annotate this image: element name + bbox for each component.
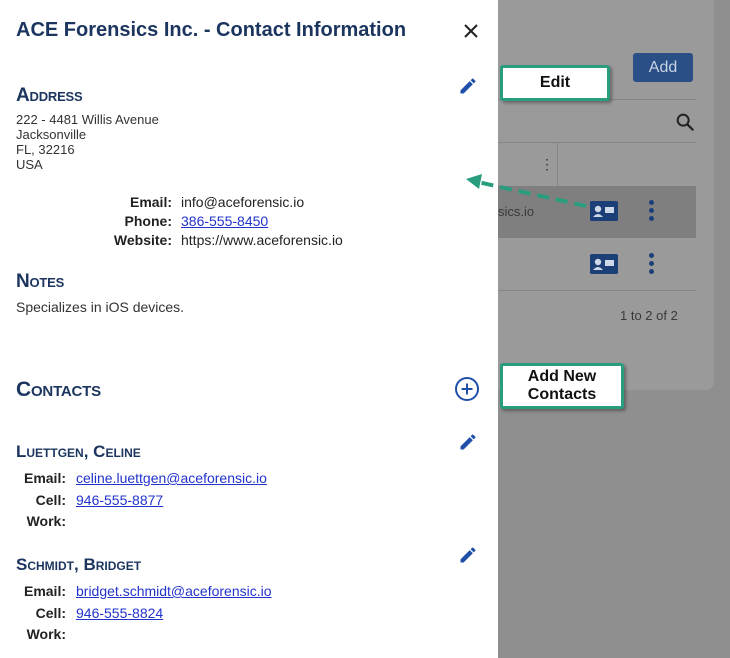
contact-card-icon — [590, 254, 618, 274]
pagination-summary: 1 to 2 of 2 — [620, 308, 678, 323]
edit-callout-label: Edit — [539, 74, 571, 91]
contact-details: Email: celine.luettgen@aceforensic.io Ce… — [16, 468, 267, 533]
kebab-icon — [649, 253, 655, 277]
work-label: Work: — [26, 626, 66, 642]
email-label: Email: — [129, 194, 172, 210]
notes-heading: Notes — [16, 271, 65, 292]
callout-line: Contacts — [527, 386, 597, 403]
notes-text: Specializes in iOS devices. — [16, 299, 185, 315]
callout-line: Add New — [527, 368, 597, 385]
background-add-button: Add — [633, 53, 693, 82]
edit-callout: Edit — [500, 65, 610, 101]
annotation-arrow — [466, 174, 587, 208]
address-line: 222 - 4481 Willis Avenue — [16, 112, 159, 127]
add-circle-icon[interactable] — [454, 376, 480, 402]
contact-email-link[interactable]: bridget.schmidt@aceforensic.io — [76, 581, 272, 603]
drawer-title: ACE Forensics Inc. - Contact Information — [16, 19, 407, 41]
contact-cell-link[interactable]: 946-555-8877 — [76, 490, 163, 512]
contacts-heading: Contacts — [16, 378, 101, 401]
contact-card-icon — [590, 201, 618, 221]
kebab-icon — [649, 200, 655, 224]
contact-email-link[interactable]: celine.luettgen@aceforensic.io — [76, 468, 267, 490]
contact-cell-link[interactable]: 946-555-8824 — [76, 603, 163, 625]
search-icon — [676, 113, 695, 132]
contact-details: Email: bridget.schmidt@aceforensic.io Ce… — [16, 581, 272, 646]
address-heading: Address — [16, 85, 83, 106]
contact-info-drawer: ACE Forensics Inc. - Contact Information… — [0, 0, 498, 658]
company-website: https://www.aceforensic.io — [181, 232, 343, 248]
add-new-contacts-callout: Add New Contacts — [500, 363, 624, 409]
cell-label: Cell: — [35, 491, 66, 508]
edit-icon[interactable] — [458, 545, 478, 565]
company-email: info@aceforensic.io — [181, 194, 305, 210]
address-line: FL, 32216 — [16, 142, 75, 157]
contact-name: Schmidt, Bridget — [16, 555, 142, 574]
address-block: 222 - 4481 Willis Avenue Jacksonville FL… — [16, 112, 159, 172]
company-phone-link[interactable]: 386-555-8450 — [181, 212, 268, 231]
background-toolbar — [498, 99, 696, 143]
email-label: Email: — [23, 583, 66, 599]
close-icon[interactable] — [461, 21, 481, 41]
email-label: Email: — [23, 470, 66, 486]
contact-name: Luettgen, Celine — [16, 442, 141, 461]
company-info: Email: info@aceforensic.io Phone: 386-55… — [100, 193, 343, 250]
phone-label: Phone: — [124, 213, 172, 229]
address-line: Jacksonville — [16, 127, 87, 142]
website-label: Website: — [113, 232, 172, 248]
edit-icon[interactable] — [458, 432, 478, 452]
address-line: USA — [16, 157, 43, 172]
cell-label: Cell: — [35, 604, 66, 621]
edit-icon[interactable] — [458, 76, 478, 96]
work-label: Work: — [26, 513, 66, 529]
background-row-divider — [498, 290, 696, 291]
